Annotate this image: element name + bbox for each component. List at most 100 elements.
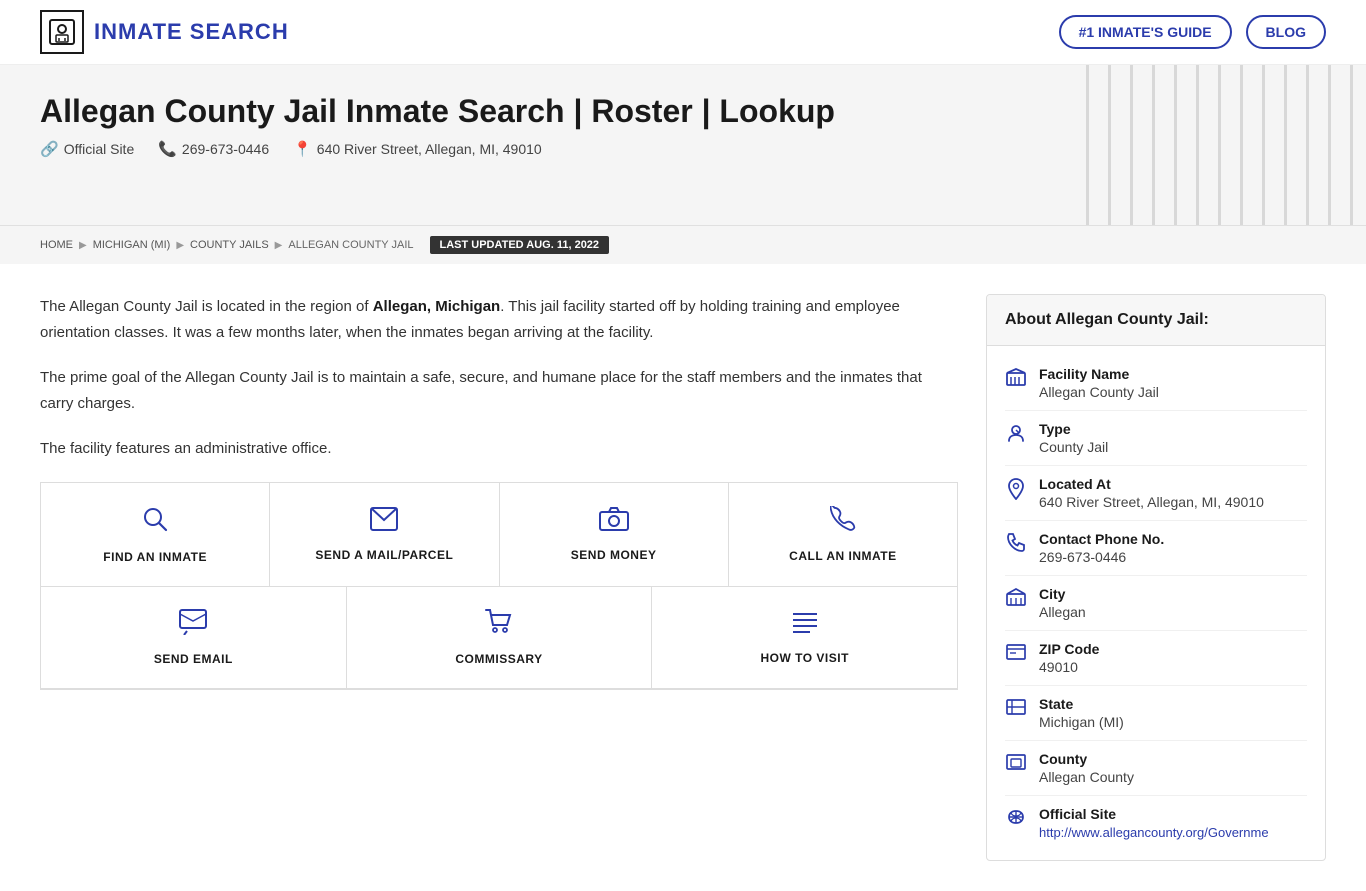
camera-icon bbox=[599, 507, 629, 538]
send-money-cell[interactable]: SEND MONEY bbox=[500, 483, 729, 587]
location-label: Located At bbox=[1039, 476, 1264, 492]
send-mail-cell[interactable]: SEND A MAIL/PARCEL bbox=[270, 483, 499, 587]
breadcrumb-michigan[interactable]: MICHIGAN (MI) bbox=[93, 239, 171, 251]
hero-meta: 🔗 Official Site 📞 269-673-0446 📍 640 Riv… bbox=[40, 140, 1326, 158]
city-value: Allegan bbox=[1039, 604, 1086, 620]
logo-icon bbox=[40, 10, 84, 54]
page-title: Allegan County Jail Inmate Search | Rost… bbox=[40, 93, 1326, 130]
info-row-facility: Facility Name Allegan County Jail bbox=[1005, 356, 1307, 411]
find-inmate-cell[interactable]: FIND AN INMATE bbox=[41, 483, 270, 587]
action-row-2: SEND EMAIL COMMISSARY bbox=[41, 587, 957, 689]
main-layout: The Allegan County Jail is located in th… bbox=[0, 264, 1366, 891]
location-content: Located At 640 River Street, Allegan, MI… bbox=[1039, 476, 1264, 510]
state-label: State bbox=[1039, 696, 1124, 712]
blog-button[interactable]: BLOG bbox=[1246, 15, 1326, 49]
zip-label: ZIP Code bbox=[1039, 641, 1099, 657]
info-row-state: State Michigan (MI) bbox=[1005, 686, 1307, 741]
about-card: About Allegan County Jail: Facility Name… bbox=[986, 294, 1326, 861]
city-icon bbox=[1005, 588, 1027, 611]
call-inmate-label: CALL AN INMATE bbox=[789, 549, 896, 563]
header-nav: #1 INMATE'S GUIDE BLOG bbox=[1059, 15, 1326, 49]
official-site-sidebar-link[interactable]: http://www.allegancounty.org/Governme bbox=[1039, 825, 1269, 840]
phone-icon-sidebar bbox=[1005, 533, 1027, 558]
zip-icon bbox=[1005, 643, 1027, 666]
paragraph-3: The facility features an administrative … bbox=[40, 436, 958, 462]
state-value: Michigan (MI) bbox=[1039, 714, 1124, 730]
mail-icon bbox=[370, 507, 398, 538]
action-grid: FIND AN INMATE SEND A MAIL/PARCEL bbox=[40, 482, 958, 690]
commissary-cell[interactable]: COMMISSARY bbox=[347, 587, 653, 689]
info-row-location: Located At 640 River Street, Allegan, MI… bbox=[1005, 466, 1307, 521]
cart-icon bbox=[485, 609, 513, 642]
breadcrumb-current: ALLEGAN COUNTY JAIL bbox=[288, 239, 413, 251]
send-email-cell[interactable]: SEND EMAIL bbox=[41, 587, 347, 689]
about-card-body: Facility Name Allegan County Jail Type C… bbox=[987, 346, 1325, 860]
city-content: City Allegan bbox=[1039, 586, 1086, 620]
paragraph-1: The Allegan County Jail is located in th… bbox=[40, 294, 958, 345]
facility-label: Facility Name bbox=[1039, 366, 1159, 382]
logo-area: INMATE SEARCH bbox=[40, 10, 289, 54]
commissary-label: COMMISSARY bbox=[455, 652, 542, 666]
how-to-visit-label: HOW TO VISIT bbox=[760, 651, 848, 665]
facility-value: Allegan County Jail bbox=[1039, 384, 1159, 400]
call-inmate-cell[interactable]: CALL AN INMATE bbox=[729, 483, 957, 587]
info-row-zip: ZIP Code 49010 bbox=[1005, 631, 1307, 686]
type-icon bbox=[1005, 423, 1027, 448]
zip-content: ZIP Code 49010 bbox=[1039, 641, 1099, 675]
paragraph-2: The prime goal of the Allegan County Jai… bbox=[40, 365, 958, 416]
official-site-link[interactable]: 🔗 Official Site bbox=[40, 140, 134, 158]
zip-value: 49010 bbox=[1039, 659, 1099, 675]
send-mail-label: SEND A MAIL/PARCEL bbox=[315, 548, 453, 562]
info-row-type: Type County Jail bbox=[1005, 411, 1307, 466]
official-site-content: Official Site http://www.allegancounty.o… bbox=[1039, 806, 1269, 840]
state-content: State Michigan (MI) bbox=[1039, 696, 1124, 730]
phone-icon-action bbox=[830, 506, 856, 539]
breadcrumb-sep-3: ▶ bbox=[275, 240, 283, 251]
list-icon bbox=[792, 610, 818, 641]
link-icon: 🔗 bbox=[40, 140, 59, 158]
phone-content: Contact Phone No. 269-673-0446 bbox=[1039, 531, 1164, 565]
send-email-label: SEND EMAIL bbox=[154, 652, 233, 666]
breadcrumb-sep-2: ▶ bbox=[176, 240, 184, 251]
official-site-label: Official Site bbox=[64, 141, 135, 157]
facility-content: Facility Name Allegan County Jail bbox=[1039, 366, 1159, 400]
info-row-phone: Contact Phone No. 269-673-0446 bbox=[1005, 521, 1307, 576]
phone-meta: 📞 269-673-0446 bbox=[158, 140, 269, 158]
last-updated-badge: LAST UPDATED AUG. 11, 2022 bbox=[430, 236, 610, 254]
breadcrumb-sep-1: ▶ bbox=[79, 240, 87, 251]
breadcrumb-county-jails[interactable]: COUNTY JAILS bbox=[190, 239, 269, 251]
city-label: City bbox=[1039, 586, 1086, 602]
official-site-sidebar-label: Official Site bbox=[1039, 806, 1269, 822]
how-to-visit-cell[interactable]: HOW TO VISIT bbox=[652, 587, 957, 689]
map-icon-hero: 📍 bbox=[293, 140, 312, 158]
logo-text: INMATE SEARCH bbox=[94, 19, 289, 45]
type-content: Type County Jail bbox=[1039, 421, 1108, 455]
info-row-county: County Allegan County bbox=[1005, 741, 1307, 796]
county-value: Allegan County bbox=[1039, 769, 1134, 785]
county-content: County Allegan County bbox=[1039, 751, 1134, 785]
state-icon bbox=[1005, 698, 1027, 721]
phone-value: 269-673-0446 bbox=[1039, 549, 1164, 565]
type-value: County Jail bbox=[1039, 439, 1108, 455]
header: INMATE SEARCH #1 INMATE'S GUIDE BLOG bbox=[0, 0, 1366, 65]
type-label: Type bbox=[1039, 421, 1108, 437]
hero-section: Allegan County Jail Inmate Search | Rost… bbox=[0, 65, 1366, 225]
official-site-sidebar-value: http://www.allegancounty.org/Governme bbox=[1039, 824, 1269, 840]
official-site-icon bbox=[1005, 808, 1027, 831]
chat-icon bbox=[179, 609, 207, 642]
county-label: County bbox=[1039, 751, 1134, 767]
breadcrumb: HOME ▶ MICHIGAN (MI) ▶ COUNTY JAILS ▶ AL… bbox=[0, 225, 1366, 264]
info-row-official-site: Official Site http://www.allegancounty.o… bbox=[1005, 796, 1307, 850]
location-icon bbox=[1005, 478, 1027, 505]
phone-icon-hero: 📞 bbox=[158, 140, 177, 158]
location-value: 640 River Street, Allegan, MI, 49010 bbox=[1039, 494, 1264, 510]
about-card-header: About Allegan County Jail: bbox=[987, 295, 1325, 346]
info-row-city: City Allegan bbox=[1005, 576, 1307, 631]
send-money-label: SEND MONEY bbox=[571, 548, 657, 562]
content-area: The Allegan County Jail is located in th… bbox=[40, 294, 958, 861]
breadcrumb-home[interactable]: HOME bbox=[40, 239, 73, 251]
action-row-1: FIND AN INMATE SEND A MAIL/PARCEL bbox=[41, 483, 957, 587]
find-inmate-label: FIND AN INMATE bbox=[103, 550, 207, 564]
guide-button[interactable]: #1 INMATE'S GUIDE bbox=[1059, 15, 1232, 49]
county-icon bbox=[1005, 753, 1027, 776]
